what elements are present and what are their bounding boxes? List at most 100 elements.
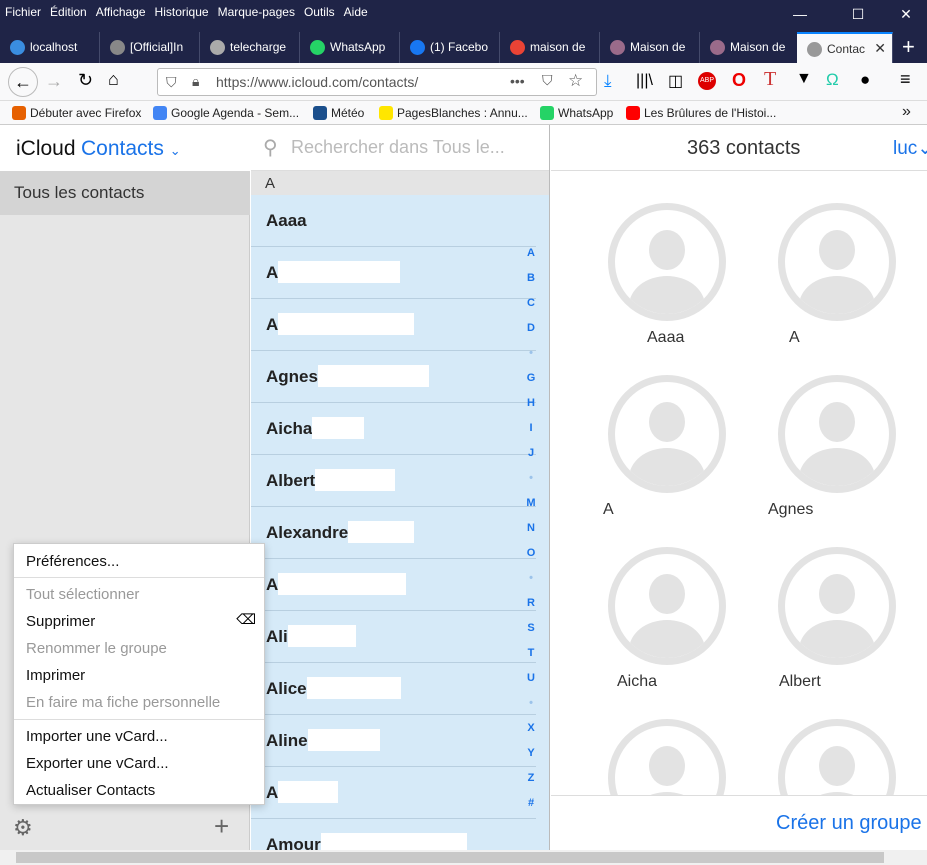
menu-1[interactable]: Édition xyxy=(50,5,87,19)
contact-row[interactable]: Alexandre xyxy=(251,507,536,559)
horizontal-scrollbar[interactable] xyxy=(0,850,927,865)
app-switcher[interactable]: Contacts ⌄ xyxy=(81,137,181,161)
contact-avatar[interactable] xyxy=(778,375,896,493)
index-letter[interactable]: • xyxy=(521,697,541,709)
contact-row[interactable]: A xyxy=(251,767,536,819)
contact-avatar[interactable] xyxy=(608,547,726,665)
index-letter[interactable]: • xyxy=(521,472,541,484)
index-letter[interactable]: R xyxy=(521,597,541,609)
add-contact-button[interactable]: + xyxy=(214,811,229,842)
tab-0[interactable]: localhost xyxy=(0,32,100,63)
contact-row[interactable]: Aicha xyxy=(251,403,536,455)
contact-row[interactable]: A xyxy=(251,559,536,611)
tab-1[interactable]: [Official]In xyxy=(100,32,200,63)
menu-item-2[interactable]: Supprimer xyxy=(26,613,95,630)
create-group-button[interactable]: Créer un groupe xyxy=(776,812,922,835)
contact-avatar[interactable] xyxy=(608,375,726,493)
bookmark-4[interactable]: WhatsApp xyxy=(540,106,613,120)
card-name[interactable]: Albert xyxy=(779,673,821,691)
index-letter[interactable]: H xyxy=(521,397,541,409)
gear-icon[interactable]: ⚙ xyxy=(13,815,33,841)
index-letter[interactable]: Y xyxy=(521,747,541,759)
menu-3[interactable]: Historique xyxy=(155,5,209,19)
menu-0[interactable]: Fichier xyxy=(5,5,41,19)
close-tab-icon[interactable]: ✕ xyxy=(874,40,886,57)
star-icon[interactable]: ☆ xyxy=(568,71,583,91)
contact-row[interactable]: A xyxy=(251,299,536,351)
bookmark-2[interactable]: Météo xyxy=(313,106,364,120)
tab-5[interactable]: maison de xyxy=(500,32,600,63)
forward-button[interactable]: → xyxy=(45,71,63,92)
card-name[interactable]: Aaaa xyxy=(647,329,684,347)
adblock-icon[interactable]: ABP xyxy=(698,72,716,90)
group-all-contacts[interactable]: Tous les contacts xyxy=(0,171,250,215)
tab-7[interactable]: Maison de xyxy=(700,32,800,63)
home-button[interactable]: ⌂ xyxy=(108,69,119,90)
index-letter[interactable]: • xyxy=(521,347,541,359)
chevron-more-icon[interactable]: » xyxy=(902,103,911,121)
index-letter[interactable]: S xyxy=(521,622,541,634)
contact-row[interactable]: Aaaa xyxy=(251,195,536,247)
more-icon[interactable]: ••• xyxy=(510,73,525,89)
tab-6[interactable]: Maison de xyxy=(600,32,700,63)
contact-row[interactable]: Albert xyxy=(251,455,536,507)
back-button[interactable]: ← xyxy=(8,67,38,97)
card-name[interactable]: A xyxy=(789,329,800,347)
menu-item-6[interactable]: Importer une vCard... xyxy=(26,728,168,745)
menu-item-4[interactable]: Imprimer xyxy=(26,667,85,684)
t-extension-icon[interactable]: T xyxy=(764,68,776,91)
user-menu[interactable]: luc⌄ xyxy=(893,137,927,160)
tab-3[interactable]: WhatsApp xyxy=(300,32,400,63)
menu-5[interactable]: Outils xyxy=(304,5,335,19)
contact-avatar[interactable] xyxy=(608,203,726,321)
bookmark-0[interactable]: Débuter avec Firefox xyxy=(12,106,141,120)
reload-button[interactable]: ↻ xyxy=(78,70,93,91)
contact-row[interactable]: Amour xyxy=(251,819,536,850)
menu-2[interactable]: Affichage xyxy=(96,5,146,19)
download-icon[interactable]: ⤓ xyxy=(604,71,612,91)
library-icon[interactable]: |||\ xyxy=(636,72,653,90)
menu-item-7[interactable]: Exporter une vCard... xyxy=(26,755,169,772)
index-letter[interactable]: X xyxy=(521,722,541,734)
bookmark-3[interactable]: PagesBlanches : Annu... xyxy=(379,106,528,120)
bookmark-1[interactable]: Google Agenda - Sem... xyxy=(153,106,299,120)
index-letter[interactable]: U xyxy=(521,672,541,684)
menu-item-8[interactable]: Actualiser Contacts xyxy=(26,782,155,799)
extension-badge-icon[interactable]: ▼ xyxy=(796,70,812,88)
index-letter[interactable]: O xyxy=(521,547,541,559)
tab-4[interactable]: (1) Facebo xyxy=(400,32,500,63)
scrollbar-thumb[interactable] xyxy=(16,852,884,863)
contact-row[interactable]: Alice xyxy=(251,663,536,715)
bookmark-5[interactable]: Les Brûlures de l'Histoi... xyxy=(626,106,776,120)
sidebar-icon[interactable]: ◫ xyxy=(668,71,683,91)
index-letter[interactable]: C xyxy=(521,297,541,309)
menu-item-0[interactable]: Préférences... xyxy=(26,553,119,570)
menu-6[interactable]: Aide xyxy=(344,5,368,19)
index-letter[interactable]: J xyxy=(521,447,541,459)
index-letter[interactable]: B xyxy=(521,272,541,284)
extension-icon[interactable]: Ω xyxy=(826,70,839,90)
tab-2[interactable]: telecharge xyxy=(200,32,300,63)
search-input[interactable]: Rechercher dans Tous le... xyxy=(291,137,505,158)
contact-row[interactable]: Aline xyxy=(251,715,536,767)
url-bar[interactable]: ⛉ 🔒︎ https://www.icloud.com/contacts/ ••… xyxy=(157,68,597,96)
menu-4[interactable]: Marque-pages xyxy=(218,5,295,19)
index-letter[interactable]: I xyxy=(521,422,541,434)
index-letter[interactable]: Z xyxy=(521,772,541,784)
maximize-button[interactable]: ☐ xyxy=(848,6,868,23)
contact-avatar[interactable] xyxy=(778,547,896,665)
contact-row[interactable]: A xyxy=(251,247,536,299)
contact-avatar[interactable] xyxy=(778,203,896,321)
minimize-button[interactable]: — xyxy=(790,6,810,22)
close-window-button[interactable]: ✕ xyxy=(896,6,916,23)
account-icon[interactable]: ● xyxy=(860,70,870,90)
hamburger-menu-icon[interactable]: ≡ xyxy=(900,69,911,90)
tab-8[interactable]: Contac ✕ xyxy=(797,32,893,63)
card-name[interactable]: A xyxy=(603,501,614,519)
card-name[interactable]: Aicha xyxy=(617,673,657,691)
pocket-icon[interactable]: ⛉ xyxy=(542,72,553,89)
index-letter[interactable]: G xyxy=(521,372,541,384)
index-letter[interactable]: N xyxy=(521,522,541,534)
opera-icon[interactable]: O xyxy=(732,70,746,91)
index-letter[interactable]: T xyxy=(521,647,541,659)
